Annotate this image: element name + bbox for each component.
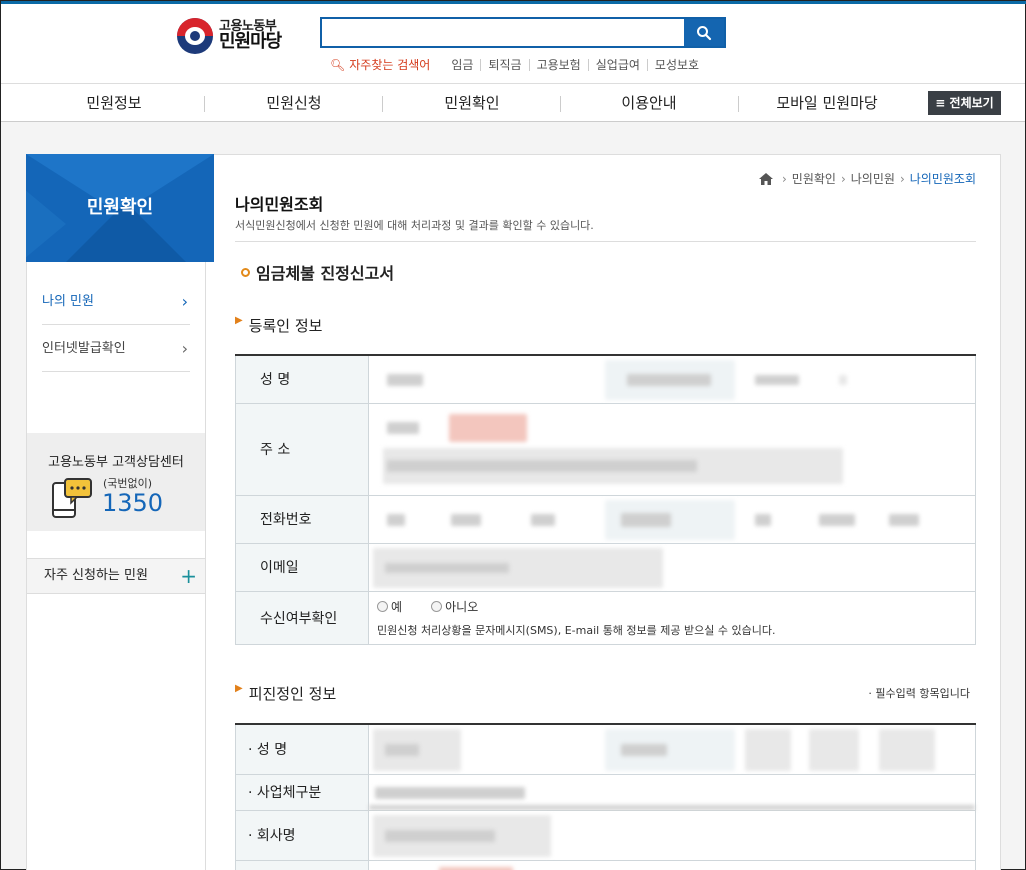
label-address: 주 소 [235, 402, 369, 496]
main-container: 민원확인 나의 민원 › 인터넷발급확인 › 고용노동부 고객상담센터 (국번없… [26, 154, 1001, 870]
keyword-link[interactable]: 임금 [444, 58, 482, 71]
section-marker-icon: ▶ [235, 315, 243, 326]
label-company: · 회사명 [235, 809, 369, 861]
customer-center-box: 고용노동부 고객상담센터 (국번없이) 1350 [27, 433, 205, 531]
radio-circle-icon [377, 601, 388, 612]
radio-no[interactable]: 아니오 [431, 598, 478, 615]
value-name [368, 354, 976, 404]
all-menu-button[interactable]: ≡ 전체보기 [928, 91, 1001, 115]
gnb-complaint-check[interactable]: 민원확인 [383, 84, 561, 122]
content-area: › 민원확인 › 나의민원 › 나의민원조회 나의민원조회 서식민원신청에서 신… [235, 155, 976, 870]
lnb-item-label: 인터넷발급확인 [42, 341, 126, 356]
search-button[interactable] [684, 19, 724, 46]
keyword-link[interactable]: 퇴직금 [481, 58, 530, 71]
gnb-mobile[interactable]: 모바일 민원마당 [739, 84, 915, 122]
label-email: 이메일 [235, 542, 369, 592]
lnb-item-internet-issue[interactable]: 인터넷발급확인 › [42, 325, 190, 372]
label-consent: 수신여부확인 [235, 590, 369, 645]
value-phone [368, 494, 976, 544]
breadcrumb-item[interactable]: 나의민원 [851, 170, 895, 187]
consent-note: 민원신청 처리상황을 문자메시지(SMS), E-mail 통해 정보를 제공 … [377, 624, 776, 637]
bullet-circle-icon [241, 267, 250, 277]
label-phone: 전화번호 [235, 494, 369, 544]
registrant-table: 성 명 주 소 전화번호 이메일 수신여부확인 예 아니오 민원신청 처리상황을… [235, 354, 976, 645]
logo-service: 민원마당 [219, 31, 282, 53]
cs-title: 고용노동부 고객상담센터 [48, 455, 184, 470]
site-header: 고용노동부 민원마당 🔍︎ 자주찾는 검색어 임금 퇴직금 고용보험 실업급여 … [1, 4, 1025, 84]
keyword-link[interactable]: 고용보험 [530, 58, 589, 71]
respondent-table: · 성 명 · 사업체구분 · 회사명 [235, 723, 976, 870]
popular-keywords-label: 자주찾는 검색어 [349, 58, 431, 72]
required-note: · 필수입력 항목입니다 [868, 687, 970, 700]
value-email [368, 542, 976, 592]
value-address [368, 402, 976, 496]
popular-search-icon: 🔍︎ [330, 57, 346, 72]
lnb-item-label: 나의 민원 [42, 294, 94, 309]
value-biz-type [368, 773, 976, 811]
section-title-text: 피진정인 정보 [248, 685, 337, 703]
gnb-complaint-info[interactable]: 민원정보 [25, 84, 203, 122]
section-respondent-title: ▶ 피진정인 정보 [235, 683, 336, 704]
phone-chat-icon [52, 478, 92, 518]
cs-phone-number: 1350 [102, 489, 164, 517]
label-next-row [235, 859, 369, 870]
fav-label: 자주 신청하는 민원 [44, 568, 148, 583]
chevron-right-icon: › [181, 339, 188, 358]
home-icon[interactable] [758, 172, 773, 185]
radio-label: 예 [391, 600, 403, 614]
radio-yes[interactable]: 예 [377, 598, 402, 615]
main-navigation: 민원정보 민원신청 민원확인 이용안내 모바일 민원마당 ≡ 전체보기 [1, 84, 1025, 122]
page-title: 나의민원조회 [235, 195, 324, 214]
keyword-link[interactable]: 실업급여 [589, 58, 648, 71]
side-navigation: 민원확인 나의 민원 › 인터넷발급확인 › 고용노동부 고객상담센터 (국번없… [26, 154, 214, 870]
page-description: 서식민원신청에서 신청한 민원에 대해 처리과정 및 결과를 확인할 수 있습니… [235, 219, 594, 232]
value-next-row [368, 859, 976, 870]
label-respondent-name: · 성 명 [235, 723, 369, 775]
taegeuk-logo-icon [177, 18, 213, 54]
chevron-right-icon: › [181, 292, 188, 311]
radio-circle-icon [431, 601, 443, 612]
lnb-title: 민원확인 [86, 197, 154, 218]
search-icon [697, 25, 712, 40]
gnb-complaint-apply[interactable]: 민원신청 [205, 84, 383, 122]
lnb-header: 민원확인 [26, 154, 214, 262]
keyword-link[interactable]: 모성보호 [648, 59, 706, 71]
label-name: 성 명 [235, 354, 369, 404]
section-registrant-title: ▶ 등록인 정보 [235, 315, 322, 336]
lnb-item-my-complaint[interactable]: 나의 민원 › [42, 278, 190, 325]
value-respondent-name [368, 723, 976, 775]
value-company [368, 809, 976, 861]
popular-keywords: 🔍︎ 자주찾는 검색어 임금 퇴직금 고용보험 실업급여 모성보호 [330, 56, 706, 73]
search-box [320, 17, 726, 48]
breadcrumb: › 민원확인 › 나의민원 › 나의민원조회 [758, 170, 976, 187]
plus-icon[interactable]: + [180, 559, 197, 593]
search-input[interactable] [322, 19, 684, 46]
value-consent: 예 아니오 민원신청 처리상황을 문자메시지(SMS), E-mail 통해 정… [368, 590, 976, 645]
gnb-usage-guide[interactable]: 이용안내 [561, 84, 737, 122]
breadcrumb-current: 나의민원조회 [909, 172, 976, 186]
section-title-text: 등록인 정보 [248, 317, 323, 335]
form-title: 임금체불 진정신고서 [241, 260, 394, 284]
radio-label: 아니오 [445, 600, 479, 614]
label-biz-type: · 사업체구분 [235, 773, 369, 811]
breadcrumb-item[interactable]: 민원확인 [792, 170, 836, 187]
form-title-text: 임금체불 진정신고서 [256, 264, 395, 283]
section-marker-icon: ▶ [235, 683, 243, 694]
favorite-complaints[interactable]: 자주 신청하는 민원 + [27, 558, 205, 594]
site-logo[interactable]: 고용노동부 민원마당 [177, 18, 282, 54]
